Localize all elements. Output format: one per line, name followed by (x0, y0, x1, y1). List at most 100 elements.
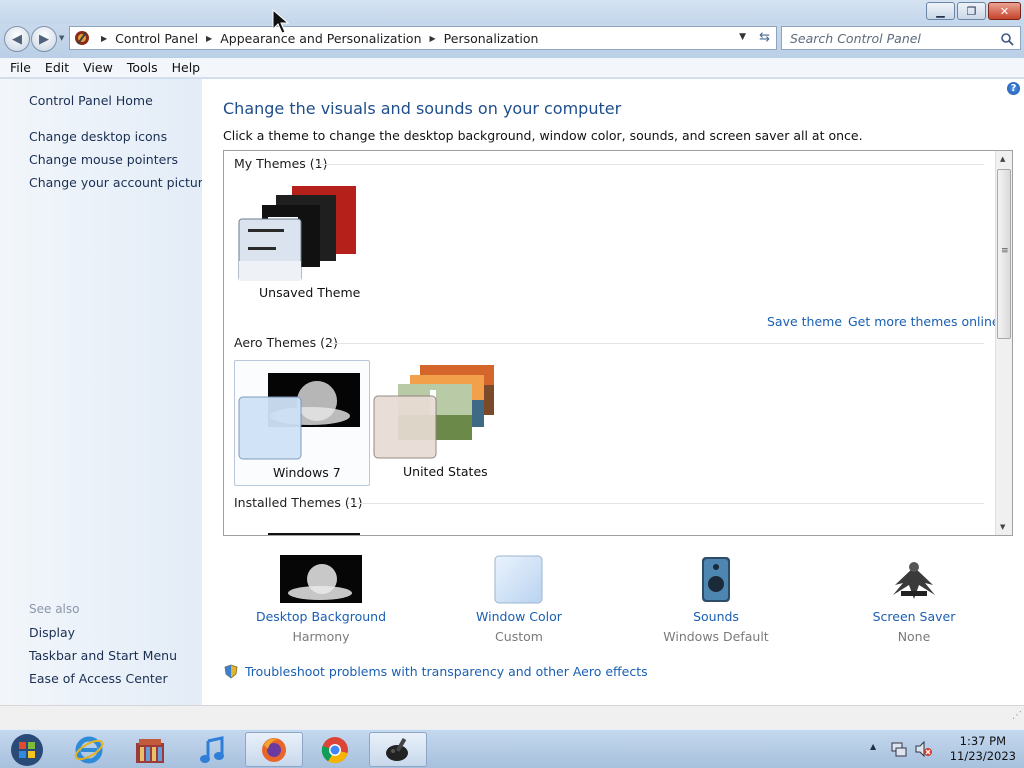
united-states-theme-tile[interactable]: United States (370, 360, 506, 486)
chrome-icon (321, 736, 348, 763)
breadcrumb-personalization[interactable]: Personalization (444, 31, 539, 46)
desktop-background-label[interactable]: Desktop Background (231, 609, 411, 624)
save-theme-link[interactable]: Save theme (767, 314, 842, 329)
show-hidden-icons-button[interactable]: ▲ (870, 742, 876, 751)
maximize-button[interactable]: ❐ (957, 2, 986, 20)
windows7-theme-label: Windows 7 (273, 465, 341, 480)
unsaved-theme-thumbnail (238, 186, 356, 282)
main-content: ? Change the visuals and sounds on your … (202, 79, 1024, 705)
desktop-background-icon (280, 555, 362, 603)
aero-themes-header: Aero Themes (2) (234, 335, 338, 350)
taskbar: ▲ 1:37 PM 11/23/2023 (0, 729, 1024, 768)
windows7-theme-tile[interactable]: Windows 7 (234, 360, 370, 486)
task-pane: Control Panel Home Change desktop icons … (0, 79, 210, 705)
window-color-value: Custom (495, 629, 543, 644)
address-dropdown-icon[interactable]: ▼ (739, 32, 746, 42)
search-input[interactable]: Search Control Panel (781, 26, 1021, 50)
start-orb-icon (11, 733, 43, 766)
menu-edit[interactable]: Edit (38, 60, 76, 75)
taskbar-itunes[interactable] (183, 732, 241, 767)
breadcrumb-appearance[interactable]: Appearance and Personalization (220, 31, 421, 46)
back-button[interactable]: ◀ (4, 26, 30, 52)
theme-list[interactable]: My Themes (1) Unsaved Theme Save theme G… (223, 150, 1013, 536)
get-more-themes-link[interactable]: Get more themes online (848, 314, 1000, 329)
breadcrumb-separator[interactable]: ▶ (101, 34, 107, 43)
shield-icon (224, 664, 238, 679)
system-clock[interactable]: 1:37 PM 11/23/2023 (950, 734, 1016, 764)
screen-saver-value: None (897, 629, 931, 644)
windows7-theme-thumbnail (238, 373, 360, 460)
taskbar-start-menu-link[interactable]: Taskbar and Start Menu (29, 648, 177, 663)
installed-theme-thumbnail-edge[interactable] (268, 533, 360, 535)
mouse-cursor-icon (272, 9, 290, 34)
internet-explorer-icon (74, 736, 104, 763)
unsaved-theme-label: Unsaved Theme (259, 285, 361, 300)
display-link[interactable]: Display (29, 625, 75, 640)
menu-file[interactable]: File (3, 60, 38, 75)
vertical-scrollbar[interactable]: ▲ ≡ ▼ (995, 151, 1012, 535)
change-mouse-pointers-link[interactable]: Change mouse pointers (29, 152, 178, 167)
taskbar-chrome[interactable] (306, 732, 364, 767)
control-panel-icon (75, 31, 89, 45)
scroll-up-icon[interactable]: ▲ (1000, 155, 1005, 163)
forward-button[interactable]: ▶ (31, 26, 57, 52)
firefox-icon (262, 737, 286, 762)
scroll-down-icon[interactable]: ▼ (1000, 523, 1005, 531)
resize-grip-icon[interactable]: ⋰ (1012, 710, 1022, 721)
control-panel-home-link[interactable]: Control Panel Home (29, 93, 153, 108)
refresh-icon[interactable]: ⇆ (759, 30, 770, 45)
group-divider (347, 503, 984, 504)
ease-of-access-link[interactable]: Ease of Access Center (29, 671, 168, 686)
sounds-value: Windows Default (663, 629, 769, 644)
menu-tools[interactable]: Tools (120, 60, 165, 75)
help-icon[interactable]: ? (1007, 82, 1020, 95)
window-color-label[interactable]: Window Color (429, 609, 609, 624)
address-bar[interactable]: ▶ Control Panel ▶ Appearance and Persona… (69, 26, 777, 50)
see-also-heading: See also (29, 602, 80, 616)
taskbar-personalization[interactable] (369, 732, 427, 767)
breadcrumb-separator[interactable]: ▶ (206, 34, 212, 43)
library-icon (136, 738, 164, 763)
start-button[interactable] (3, 732, 51, 767)
minimize-button[interactable]: ▁ (926, 2, 955, 20)
united-states-theme-label: United States (403, 464, 488, 479)
troubleshoot-link[interactable]: Troubleshoot problems with transparency … (224, 664, 648, 679)
screen-saver-label[interactable]: Screen Saver (824, 609, 1004, 624)
menu-help[interactable]: Help (165, 60, 208, 75)
status-bar: ⋰ (0, 705, 1024, 729)
my-themes-header: My Themes (1) (234, 156, 327, 171)
group-divider (326, 343, 984, 344)
breadcrumb-separator[interactable]: ▶ (430, 34, 436, 43)
close-button[interactable]: ✕ (988, 2, 1021, 20)
taskbar-internet-explorer[interactable] (60, 732, 118, 767)
menu-bar: File Edit View Tools Help (0, 58, 1024, 78)
scroll-grip-icon: ≡ (1001, 246, 1009, 256)
sounds-label[interactable]: Sounds (626, 609, 806, 624)
menu-view[interactable]: View (76, 60, 120, 75)
paint-icon (386, 737, 408, 761)
forward-arrow-icon: ▶ (39, 31, 49, 47)
unsaved-theme-tile[interactable]: Unsaved Theme (234, 181, 369, 306)
taskbar-library[interactable] (121, 732, 179, 767)
change-desktop-icons-link[interactable]: Change desktop icons (29, 129, 167, 144)
title-bar[interactable]: ▁ ❐ ✕ (0, 0, 1024, 24)
navigation-bar: ◀ ▶ ▼ ▶ Control Panel ▶ Appearance and P… (0, 24, 1024, 58)
united-states-theme-thumbnail (373, 365, 494, 459)
volume-muted-icon[interactable] (914, 740, 932, 758)
page-description: Click a theme to change the desktop back… (223, 128, 863, 143)
change-account-picture-link[interactable]: Change your account picture (29, 175, 210, 190)
clock-date: 11/23/2023 (949, 749, 1016, 763)
screen-saver-icon (893, 562, 935, 599)
clock-time: 1:37 PM (959, 734, 1007, 748)
itunes-icon (200, 735, 224, 763)
recent-pages-button[interactable]: ▼ (59, 34, 64, 42)
installed-themes-header-text: Installed Themes (1) (234, 495, 363, 510)
troubleshoot-text[interactable]: Troubleshoot problems with transparency … (245, 664, 648, 679)
search-icon[interactable] (1000, 32, 1014, 46)
breadcrumb-control-panel[interactable]: Control Panel (115, 31, 198, 46)
taskbar-firefox[interactable] (245, 732, 303, 767)
speaker-icon (702, 557, 730, 602)
page-title: Change the visuals and sounds on your co… (223, 99, 622, 118)
scrollbar-thumb[interactable]: ≡ (997, 169, 1011, 339)
network-icon[interactable] (890, 740, 908, 758)
